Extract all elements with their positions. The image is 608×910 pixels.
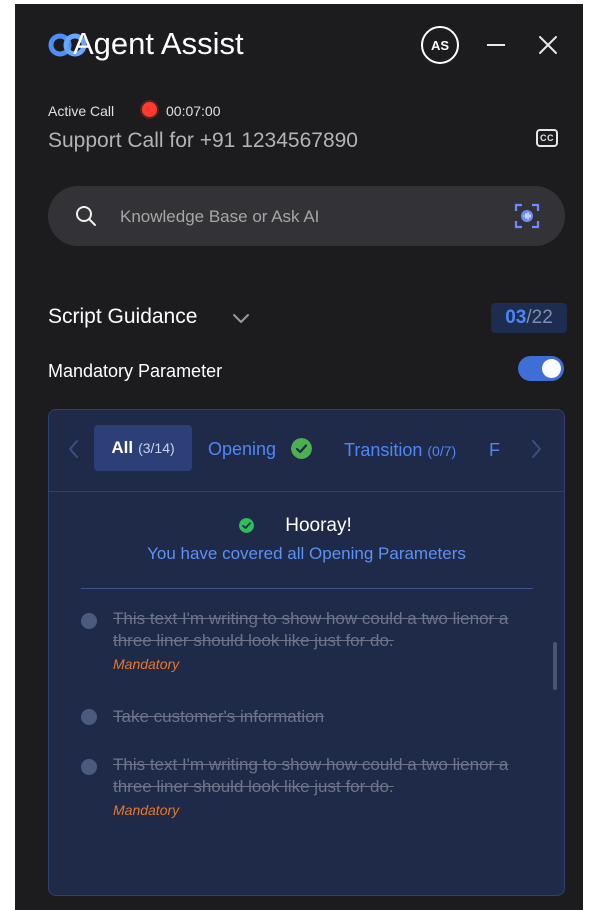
tab-transition-label: Transition xyxy=(344,440,423,460)
script-guidance-title[interactable]: Script Guidance xyxy=(48,304,197,330)
call-title: Support Call for +91 1234567890 xyxy=(48,129,358,152)
closed-captions-icon[interactable]: CC xyxy=(536,129,558,147)
call-status-label: Active Call xyxy=(48,103,115,119)
search-input[interactable] xyxy=(118,201,502,233)
tab-opening[interactable]: Opening xyxy=(208,438,276,460)
toggle-knob xyxy=(542,359,561,378)
script-progress-counter: 03/22 xyxy=(491,303,567,333)
search-icon xyxy=(76,206,96,226)
item-text: This text I'm writing to show how could … xyxy=(113,755,509,796)
minimize-icon[interactable] xyxy=(487,44,505,46)
tab-divider xyxy=(49,491,564,492)
close-icon[interactable] xyxy=(536,33,560,57)
item-check-icon xyxy=(81,759,97,775)
chevron-right-icon[interactable] xyxy=(527,438,545,460)
content-divider xyxy=(81,588,533,589)
mandatory-tag: Mandatory xyxy=(113,802,180,818)
script-total-steps: /22 xyxy=(526,307,553,328)
chevron-left-icon[interactable] xyxy=(65,438,83,460)
hooray-title: Hooray! xyxy=(49,514,564,538)
recording-indicator-icon xyxy=(142,102,157,117)
tab-transition[interactable]: Transition (0/7) xyxy=(344,439,456,462)
item-check-icon xyxy=(81,613,97,629)
mandatory-parameter-label: Mandatory Parameter xyxy=(48,361,223,381)
mandatory-parameter-toggle[interactable] xyxy=(518,356,564,381)
chevron-down-icon[interactable] xyxy=(230,307,252,329)
avatar[interactable]: AS xyxy=(421,26,459,64)
item-text: Take customer's information xyxy=(113,707,325,726)
scrollbar[interactable] xyxy=(553,642,557,690)
hooray-text: Hooray! xyxy=(285,515,352,536)
tab-all[interactable]: All (3/14) xyxy=(94,425,192,471)
call-timer: 00:07:00 xyxy=(166,103,221,119)
agent-assist-panel: Agent Assist AS Active Call 00:07:00 Sup… xyxy=(15,4,583,910)
script-card: All (3/14) Opening Transition (0/7) F Ho xyxy=(48,409,565,896)
script-current-step: 03 xyxy=(505,307,527,328)
check-circle-icon xyxy=(291,438,312,459)
tab-bar: All (3/14) Opening Transition (0/7) F xyxy=(49,410,564,492)
item-check-icon xyxy=(81,709,97,725)
tab-next-partial[interactable]: F xyxy=(489,439,500,461)
mandatory-tag: Mandatory xyxy=(113,656,180,672)
coverage-message: You have covered all Opening Parameters xyxy=(147,544,466,563)
app-title: Agent Assist xyxy=(73,26,244,61)
tab-all-label: All xyxy=(111,438,134,457)
search-bar[interactable] xyxy=(48,186,565,246)
item-text: This text I'm writing to show how could … xyxy=(113,609,509,650)
tab-all-count: (3/14) xyxy=(138,440,175,456)
tab-transition-count: (0/7) xyxy=(427,443,457,459)
voice-ai-icon[interactable] xyxy=(513,202,541,230)
